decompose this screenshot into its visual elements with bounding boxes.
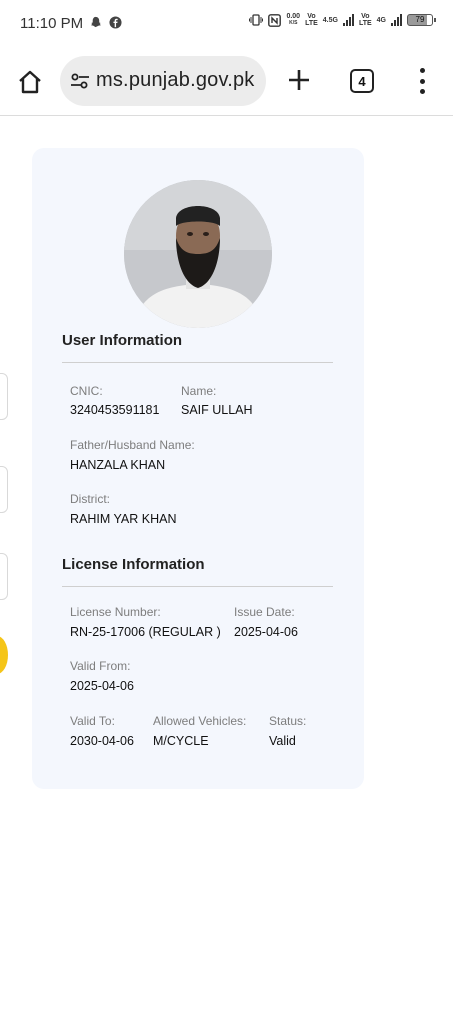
vibrate-icon [249, 14, 264, 26]
browser-toolbar: ms.punjab.gov.pk 4 [0, 48, 453, 116]
cnic-label: CNIC: [70, 384, 103, 398]
user-info-divider [62, 362, 333, 363]
edge-input-1[interactable] [0, 373, 8, 420]
status-time: 11:10 PM [20, 15, 84, 32]
license-info-divider [62, 586, 333, 587]
status-label: Status: [269, 714, 307, 728]
valid-to-label: Valid To: [70, 714, 115, 728]
home-button[interactable] [15, 67, 45, 97]
url-text[interactable]: ms.punjab.gov.pk [96, 69, 254, 92]
license-info-title: License Information [62, 556, 205, 573]
snapchat-icon [91, 16, 101, 28]
father-name-value: HANZALA KHAN [70, 458, 166, 472]
allowed-vehicles-value: M/CYCLE [153, 734, 209, 748]
notification-icons [89, 16, 122, 29]
allowed-vehicles-label: Allowed Vehicles: [153, 714, 247, 728]
volte-1-bottom: LTE [305, 20, 318, 27]
plus-icon [289, 70, 309, 90]
site-settings-icon[interactable] [70, 71, 90, 91]
signal-icon-1 [342, 14, 354, 26]
address-bar[interactable]: ms.punjab.gov.pk [60, 56, 266, 106]
home-icon [19, 70, 41, 94]
edge-yellow-button[interactable] [0, 636, 8, 674]
more-menu-button[interactable] [412, 68, 432, 94]
status-value: Valid [269, 734, 296, 748]
edge-input-2[interactable] [0, 466, 8, 513]
volte-2-top: Vo [361, 13, 370, 20]
speed-value: 0.00 [286, 13, 301, 20]
name-label: Name: [181, 384, 217, 398]
license-number-label: License Number: [70, 605, 161, 619]
volte-2-bottom: LTE [358, 20, 372, 27]
issue-date-value: 2025-04-06 [234, 625, 298, 639]
profile-photo [124, 180, 272, 328]
system-indicators: 0.00 K/S Vo LTE 4.5G Vo LTE 4G 79 [249, 13, 436, 27]
volte-1: Vo LTE [305, 13, 318, 27]
father-name-label: Father/Husband Name: [70, 438, 195, 452]
nfc-icon [268, 13, 282, 27]
user-info-title: User Information [62, 332, 183, 349]
avatar [124, 180, 272, 328]
facebook-icon [109, 16, 122, 29]
valid-to-value: 2030-04-06 [70, 734, 134, 748]
district-label: District: [70, 492, 110, 506]
speed-unit: K/S [289, 20, 298, 26]
battery-icon: 79 [407, 14, 436, 26]
valid-from-label: Valid From: [70, 659, 131, 673]
volte-1-top: Vo [307, 13, 316, 20]
status-bar: 11:10 PM 0.00 K/S Vo LTE 4.5G Vo LTE 4G … [0, 0, 453, 48]
volte-2: Vo LTE [359, 13, 372, 27]
network-type-1: 4.5G [322, 16, 338, 24]
network-type-2: 4G [376, 16, 386, 24]
network-speed: 0.00 K/S [286, 13, 300, 27]
new-tab-button[interactable] [284, 65, 314, 95]
district-value: RAHIM YAR KHAN [70, 512, 177, 526]
cnic-value: 3240453591181 [70, 403, 160, 417]
license-card: User Information CNIC: 3240453591181 Nam… [32, 148, 364, 789]
tab-switcher-button[interactable]: 4 [350, 69, 374, 93]
name-value: SAIF ULLAH [181, 403, 253, 417]
valid-from-value: 2025-04-06 [70, 679, 134, 693]
license-number-value: RN-25-17006 (REGULAR ) [70, 625, 221, 639]
signal-icon-2 [391, 14, 402, 26]
edge-input-3[interactable] [0, 553, 8, 600]
issue-date-label: Issue Date: [234, 605, 295, 619]
